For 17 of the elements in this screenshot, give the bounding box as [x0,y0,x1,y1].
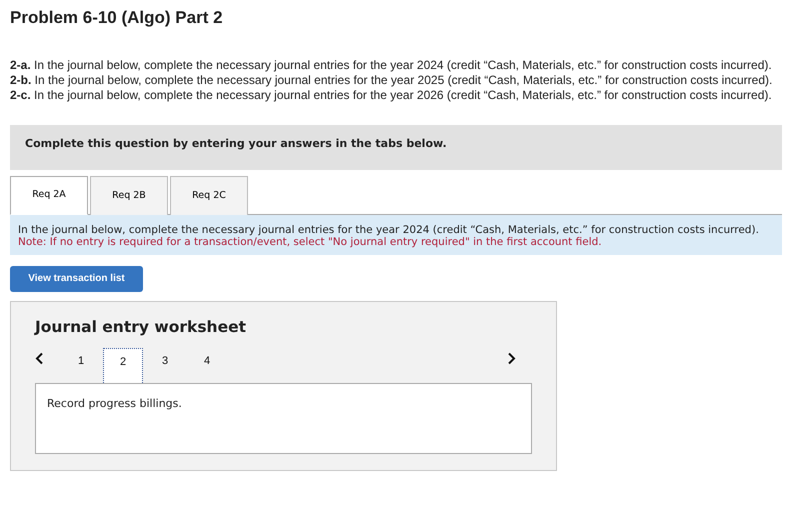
requirement-text: 2-b. In the journal below, complete the necessary journal entries for the year 2025 (credit “Cash, Materials, etc.” for construction costs incurred). [10,73,774,88]
instruction-banner: Complete this question by entering your answers in the tabs below. [10,125,782,170]
problem-title: Problem 6-10 (Algo) Part 2 [10,8,224,28]
tab[interactable]: Req 2C [170,176,248,215]
page-tab[interactable]: 3 [144,348,186,384]
note-text: Note: If no entry is required for a transaction/event, select "No journal entry required" in the first account field. [18,236,603,248]
page-tab[interactable]: 4 [186,348,228,384]
requirement-text: 2-c. In the journal below, complete the necessary journal entries for the year 2026 (credit “Cash, Materials, etc.” for construction costs incurred). [10,88,773,104]
instruction-text: In the journal below, complete the necessary journal entries for the year 2024 (credit “Cash, Materials, etc.” for construction costs incurred). [18,224,760,236]
page-tab[interactable]: 1 [60,348,102,384]
worksheet-title: Journal entry worksheet [35,318,248,336]
view-transaction-list-button[interactable]: View transaction list [10,266,143,292]
tab[interactable]: Req 2B [90,176,168,215]
requirement-text: 2-a. In the journal below, complete the necessary journal entries for the year 2024 (credit “Cash, Materials, etc.” for construction costs incurred). [10,58,773,74]
tab[interactable]: Req 2A [10,176,88,215]
page-tab[interactable]: 2 [103,348,143,384]
description-box: Record progress billings. [35,383,532,454]
